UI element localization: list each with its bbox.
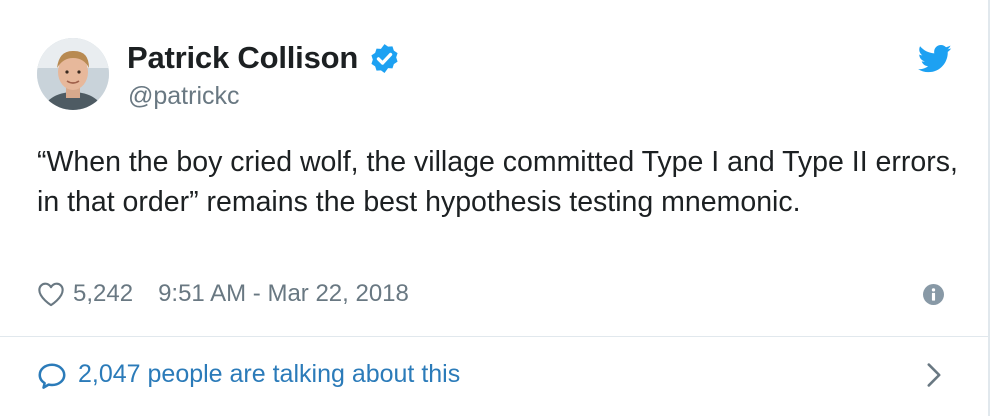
tweet-text: “When the boy cried wolf, the village co…: [37, 146, 958, 218]
chevron-right-icon[interactable]: [926, 362, 942, 388]
author-handle[interactable]: @patrickc: [128, 82, 240, 111]
author-name-text[interactable]: Patrick Collison: [127, 40, 358, 76]
tweet-timestamp[interactable]: 9:51 AM - Mar 22, 2018: [158, 280, 409, 308]
speech-bubble-icon: [38, 363, 66, 389]
like-count[interactable]: 5,242: [73, 280, 133, 308]
twitter-bird-icon[interactable]: [918, 44, 952, 74]
verified-badge-icon: [368, 42, 401, 75]
info-circle-icon[interactable]: [923, 284, 944, 305]
heart-outline-icon[interactable]: [37, 281, 65, 307]
avatar-photo: [37, 38, 109, 110]
author-name[interactable]: Patrick Collison: [127, 40, 401, 76]
avatar[interactable]: [37, 38, 109, 110]
tweet-meta: 5,242 9:51 AM - Mar 22, 2018: [37, 280, 409, 308]
embedded-tweet-card: Patrick Collison @patrickc “When the boy…: [0, 0, 990, 416]
conversation-label[interactable]: 2,047 people are talking about this: [78, 360, 460, 389]
conversation-link[interactable]: 2,047 people are talking about this: [0, 337, 988, 416]
